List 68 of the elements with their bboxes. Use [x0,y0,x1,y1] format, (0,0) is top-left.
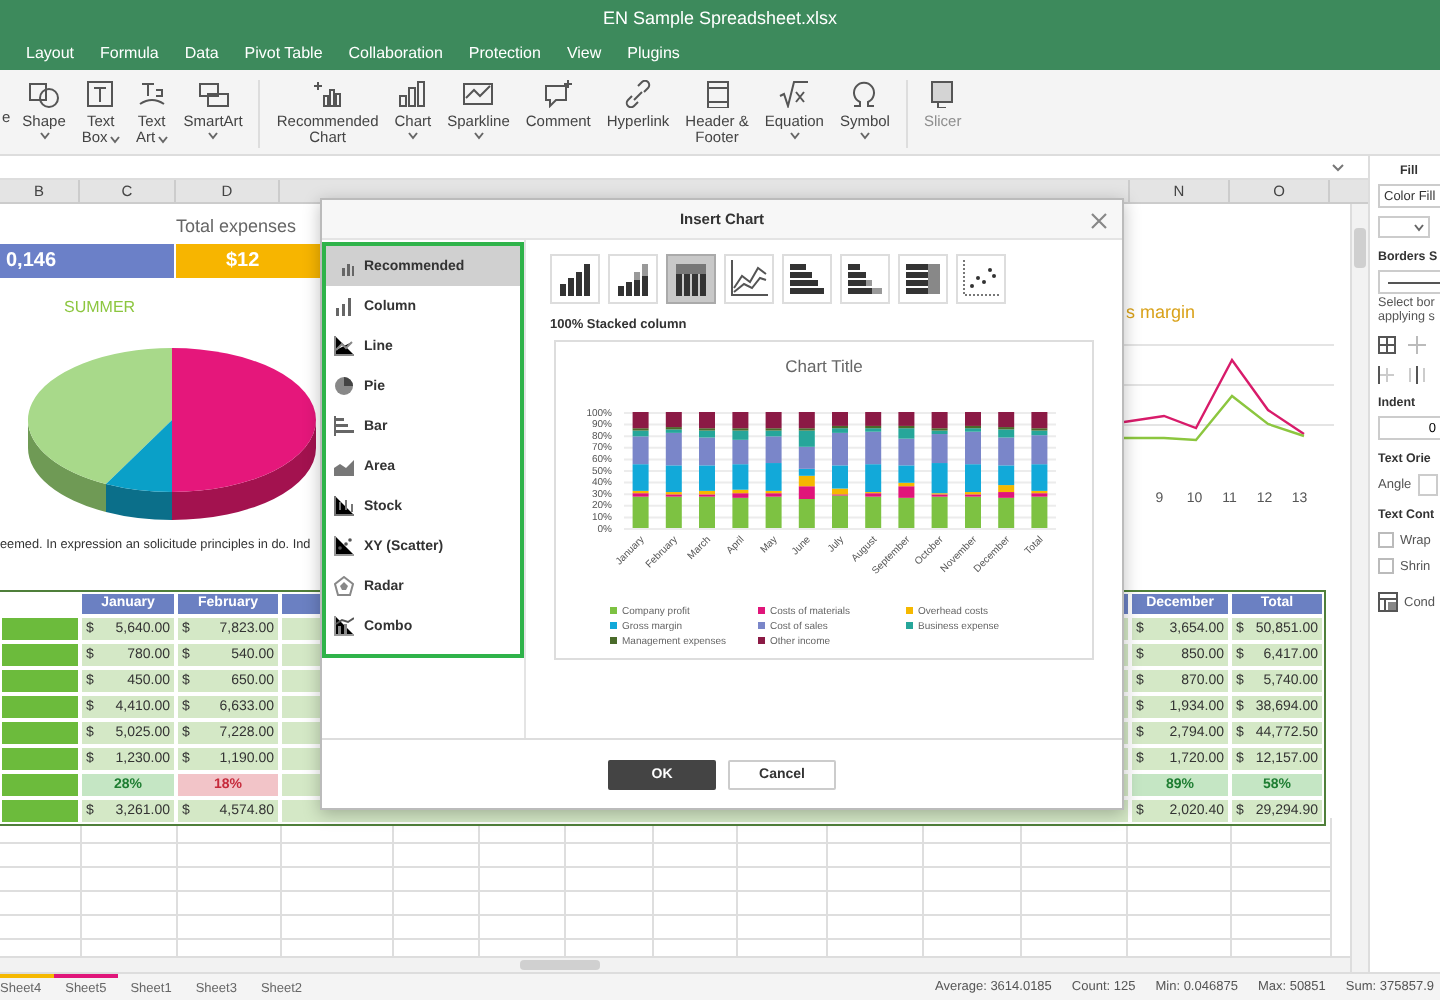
comment-icon [542,80,575,108]
combo-chart-icon [334,616,354,636]
total-value: $12 [176,244,320,278]
slicer-icon [926,80,959,108]
angle-field[interactable] [1417,474,1438,496]
border-center-icon[interactable] [1408,366,1426,384]
text-art-icon [135,80,168,108]
text-box-icon [84,80,117,108]
caret-icon [208,132,219,140]
shape-icon [28,80,61,108]
border-all-icon[interactable] [1378,336,1396,354]
caret-icon [39,132,50,140]
column-chart-icon [556,260,594,298]
menu-tab[interactable]: Formula [98,43,161,61]
stacked-column-icon [614,260,652,298]
page-icon [701,80,733,108]
omega-icon [848,80,881,108]
bar-chart-icon [334,416,354,436]
bar-chart-icon [396,80,429,108]
menu-tab[interactable]: Protection [466,43,543,61]
menu-tab[interactable]: Plugins [625,43,682,61]
checkbox[interactable] [1378,532,1394,548]
chart-title: SUMMER [64,298,136,316]
close-icon[interactable] [1090,212,1108,230]
sparkline-icon [462,80,495,108]
chart-sparkle-icon [311,80,344,108]
chart-title: Chart Title [785,356,863,376]
caret-icon [789,132,800,140]
color-dropdown[interactable] [1378,216,1430,238]
scatter-chart-icon [962,260,1000,298]
bar-chart-icon [788,260,826,298]
scatter-chart-icon [334,536,354,556]
column-chart-icon [334,296,354,316]
radar-chart-icon [334,576,354,596]
menu-tab[interactable]: Collaboration [346,43,445,61]
total-value: 0,146 [0,244,174,278]
link-icon [622,80,655,108]
table-format-icon[interactable] [1378,592,1398,612]
chart-title: Total expenses [173,216,299,236]
window-title: EN Sample Spreadsheet.xlsx [602,7,838,27]
border-left-icon[interactable] [1378,366,1396,384]
diagram-icon [197,80,230,108]
full-stacked-column-icon [672,260,710,298]
full-stacked-bar-icon [904,260,942,298]
caret-icon [859,132,870,140]
caret-icon [407,132,418,140]
line-chart-icon [730,260,768,298]
horizontal-scrollbar[interactable] [0,956,1350,972]
menu-tab[interactable]: View [564,43,604,61]
caret-icon [109,135,120,143]
menu-tab[interactable]: Data [182,43,221,61]
chevron-down-icon[interactable] [1332,163,1344,171]
stacked-bar-icon [846,260,884,298]
checkbox[interactable] [1378,558,1394,574]
menu-tab[interactable]: Pivot Table [242,43,325,61]
border-style-dropdown[interactable] [1378,270,1440,294]
menu-tab[interactable]: Layout [24,43,77,61]
line-chart-icon [334,336,354,356]
square-root-icon [778,80,811,108]
area-chart-icon [334,456,354,476]
stock-chart-icon [334,496,354,516]
vertical-scrollbar[interactable] [1350,204,1368,972]
pie-chart-icon [334,376,354,396]
caret-icon [157,135,168,143]
chart-subtype-button[interactable] [666,254,716,304]
chart-title: s margin [1126,302,1196,322]
caret-icon [473,132,484,140]
caret-icon [1414,223,1424,231]
